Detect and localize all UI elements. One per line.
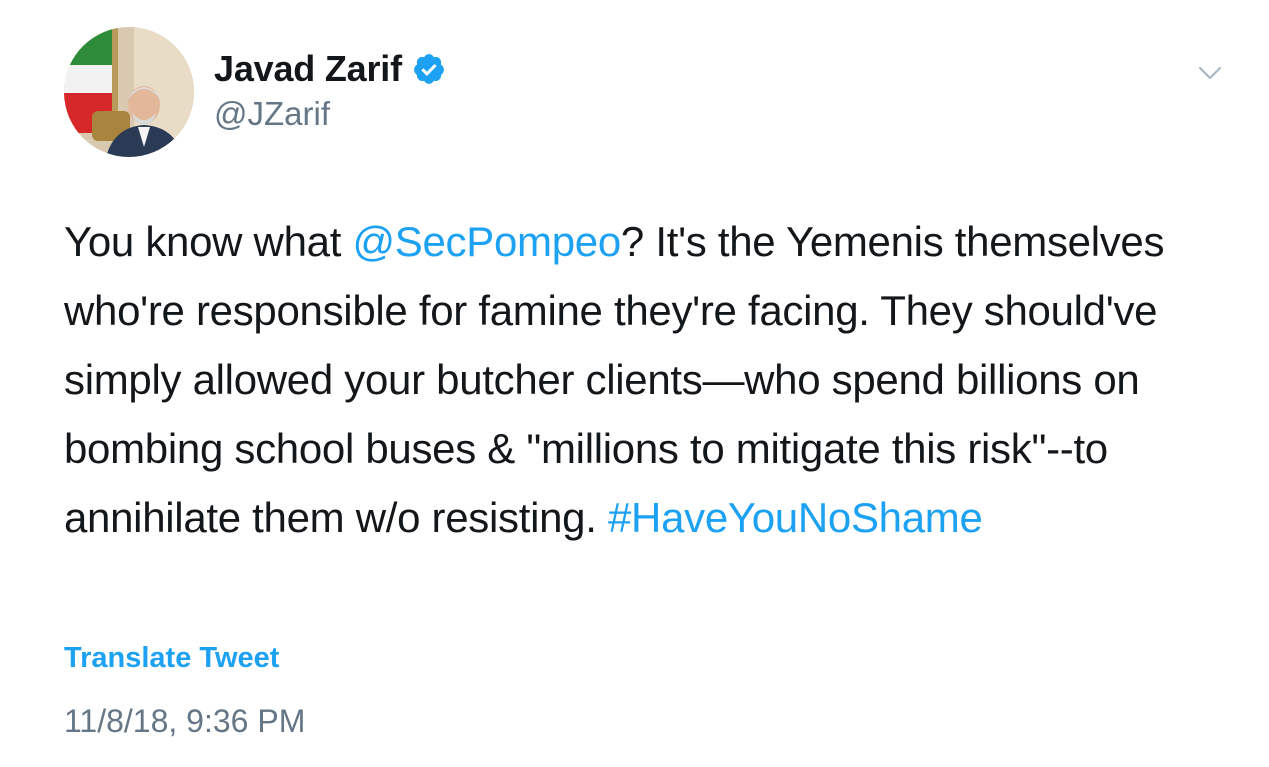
mention-link[interactable]: @SecPompeo [352, 218, 621, 265]
display-name[interactable]: Javad Zarif [214, 48, 402, 90]
hashtag-link[interactable]: #HaveYouNoShame [608, 494, 983, 541]
tweet-text: You know what @SecPompeo? It's the Yemen… [64, 207, 1234, 552]
tweet-text-segment: ? It's the Yemenis themselves who're res… [64, 218, 1165, 541]
verified-badge-icon [412, 52, 446, 86]
chevron-down-icon[interactable] [1197, 60, 1223, 86]
tweet-text-segment: You know what [64, 218, 353, 265]
tweet-card: Javad Zarif @JZarif You know what @SecPo… [0, 0, 1269, 767]
name-row: Javad Zarif [214, 47, 446, 91]
translate-tweet-link[interactable]: Translate Tweet [64, 642, 279, 675]
timestamp[interactable]: 11/8/18, 9:36 PM [64, 703, 305, 740]
avatar-photo [64, 27, 194, 157]
handle[interactable]: @JZarif [214, 95, 446, 133]
author-block: Javad Zarif @JZarif [214, 47, 446, 133]
avatar[interactable] [64, 27, 194, 157]
